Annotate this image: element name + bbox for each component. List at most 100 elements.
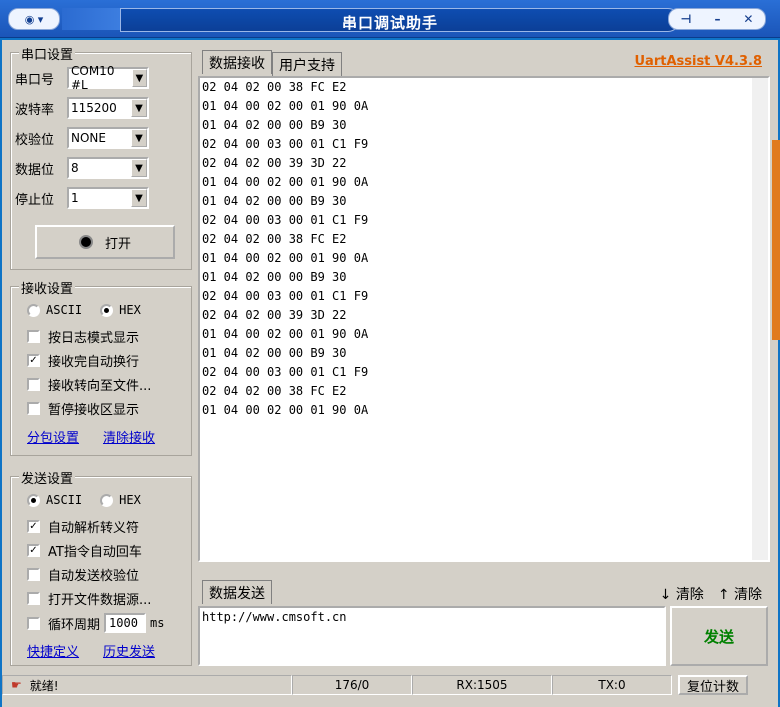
receive-mode-row: ASCII HEX [27, 303, 141, 317]
checkbox[interactable] [27, 378, 40, 391]
option-row[interactable]: ✓ AT指令自动回车 [27, 541, 142, 560]
send-input[interactable]: http://www.cmsoft.cn [198, 606, 666, 666]
checkbox-checked[interactable]: ✓ [27, 354, 40, 367]
hex-label: HEX [119, 303, 141, 317]
option-label: 接收转向至文件... [48, 379, 152, 394]
arrow-down-icon: ↓ [659, 587, 672, 603]
baud-value: 115200 [71, 101, 117, 115]
option-row[interactable]: 接收转向至文件... [27, 375, 151, 394]
send-text: http://www.cmsoft.cn [202, 610, 347, 624]
receive-line: 01 04 00 02 00 01 90 0A [202, 99, 369, 113]
radio-hex[interactable] [100, 493, 114, 507]
checkbox[interactable] [27, 568, 40, 581]
accent-bar [772, 140, 780, 340]
ascii-label: ASCII [46, 493, 83, 507]
receive-area[interactable]: 02 04 02 00 38 FC E2 01 04 00 02 00 01 90… [198, 76, 770, 562]
title-bar: ◉ ▾ 串口调试助手 ⊣ – ✕ [0, 0, 780, 38]
clear-receive-link[interactable]: 清除接收 [103, 427, 155, 446]
version-link[interactable]: UartAssist V4.3.8 [635, 54, 763, 69]
group-legend: 串口设置 [19, 44, 76, 63]
option-label: 按日志模式显示 [48, 331, 140, 346]
receive-line: 01 04 02 00 00 B9 30 [202, 270, 347, 284]
send-history-link[interactable]: 历史发送 [103, 641, 155, 660]
option-row[interactable]: 自动发送校验位 [27, 565, 139, 584]
option-label: 暂停接收区显示 [48, 403, 140, 418]
period-unit: ms [150, 616, 165, 630]
checkbox[interactable] [27, 402, 40, 415]
receive-line: 02 04 02 00 38 FC E2 [202, 232, 347, 246]
option-row[interactable]: ✓ 接收完自动换行 [27, 351, 139, 370]
stopbits-value: 1 [71, 191, 79, 205]
radio-ascii[interactable] [27, 493, 40, 507]
checkbox[interactable] [27, 616, 40, 630]
option-row[interactable]: 按日志模式显示 [27, 327, 139, 346]
chevron-down-icon[interactable]: ▼ [131, 189, 147, 207]
option-row[interactable]: 打开文件数据源... [27, 589, 151, 608]
receive-line: 02 04 00 03 00 01 C1 F9 [202, 213, 369, 227]
period-input[interactable]: 1000 [104, 613, 147, 633]
databits-select[interactable]: 8 ▼ [67, 157, 149, 179]
option-row[interactable]: ✓ 自动解析转义符 [27, 517, 139, 536]
clear-label: 清除 [675, 587, 704, 603]
option-label: AT指令自动回车 [48, 545, 142, 560]
scrollbar[interactable] [752, 78, 768, 560]
chevron-down-icon[interactable]: ▼ [131, 159, 147, 177]
loop-period-row: 循环周期 1000 ms [27, 613, 164, 633]
quick-define-link[interactable]: 快捷定义 [27, 641, 79, 660]
clear-history-button[interactable]: ↑ 清除 [718, 584, 762, 604]
parity-label: 校验位 [15, 132, 55, 148]
checkbox[interactable] [27, 330, 40, 343]
tab-send[interactable]: 数据发送 [202, 580, 272, 604]
client-area: 串口设置 串口号 COM10 #L ▼ 波特率 115200 ▼ 校验位 NONE ▼… [2, 40, 780, 707]
receive-line: 02 04 02 00 38 FC E2 [202, 80, 347, 94]
stopbits-label: 停止位 [15, 192, 55, 208]
send-button[interactable]: 发送 [670, 606, 768, 666]
receive-line: 02 04 02 00 39 3D 22 [202, 308, 347, 322]
checkbox[interactable] [27, 592, 40, 605]
receive-line: 01 04 00 02 00 01 90 0A [202, 251, 369, 265]
option-label: 自动发送校验位 [48, 569, 140, 584]
receive-line: 02 04 00 03 00 01 C1 F9 [202, 137, 369, 151]
window-title: 串口调试助手 [341, 14, 438, 32]
status-bar: ☛ 就绪! 176/0 RX:1505 TX:0 复位计数 [2, 674, 778, 696]
tab-receive[interactable]: 数据接收 [202, 50, 272, 74]
pin-icon[interactable]: ⊣ [680, 12, 691, 26]
group-legend: 发送设置 [19, 468, 76, 487]
receive-line: 01 04 02 00 00 B9 30 [202, 346, 347, 360]
option-label: 打开文件数据源... [48, 593, 152, 608]
checkbox-checked[interactable]: ✓ [27, 520, 40, 533]
checkbox-checked[interactable]: ✓ [27, 544, 40, 557]
tab-support[interactable]: 用户支持 [272, 52, 342, 76]
status-ready-cell: ☛ 就绪! [2, 675, 292, 695]
minimize-icon[interactable]: – [714, 12, 720, 26]
packet-settings-link[interactable]: 分包设置 [27, 427, 79, 446]
open-label: 打开 [104, 236, 131, 252]
chevron-down-icon[interactable]: ▼ [131, 99, 147, 117]
send-mode-row: ASCII HEX [27, 493, 141, 507]
option-row[interactable]: 暂停接收区显示 [27, 399, 139, 418]
serial-settings-group: 串口设置 串口号 COM10 #L ▼ 波特率 115200 ▼ 校验位 NONE ▼… [10, 44, 192, 270]
port-label: 串口号 [15, 72, 55, 88]
databits-value: 8 [71, 161, 79, 175]
receive-line: 02 04 02 00 39 3D 22 [202, 156, 347, 170]
baud-label: 波特率 [15, 102, 55, 118]
stopbits-select[interactable]: 1 ▼ [67, 187, 149, 209]
status-rx: RX:1505 [412, 675, 552, 695]
radio-hex[interactable] [100, 303, 114, 317]
clear-send-button[interactable]: ↓ 清除 [660, 584, 704, 604]
receive-line: 01 04 00 02 00 01 90 0A [202, 175, 369, 189]
option-label: 接收完自动换行 [48, 355, 140, 370]
open-port-button[interactable]: 打开 [35, 225, 175, 259]
radio-ascii[interactable] [27, 303, 40, 317]
databits-label: 数据位 [15, 162, 55, 178]
receive-line: 02 04 00 03 00 01 C1 F9 [202, 289, 369, 303]
close-icon[interactable]: ✕ [743, 12, 753, 26]
chevron-down-icon[interactable]: ▼ [131, 129, 147, 147]
parity-select[interactable]: NONE ▼ [67, 127, 149, 149]
reset-count-button[interactable]: 复位计数 [678, 675, 748, 695]
baud-select[interactable]: 115200 ▼ [67, 97, 149, 119]
hand-icon: ☛ [11, 678, 22, 692]
receive-line: 01 04 02 00 00 B9 30 [202, 118, 347, 132]
chevron-down-icon[interactable]: ▼ [131, 69, 147, 87]
port-select[interactable]: COM10 #L ▼ [67, 64, 149, 92]
